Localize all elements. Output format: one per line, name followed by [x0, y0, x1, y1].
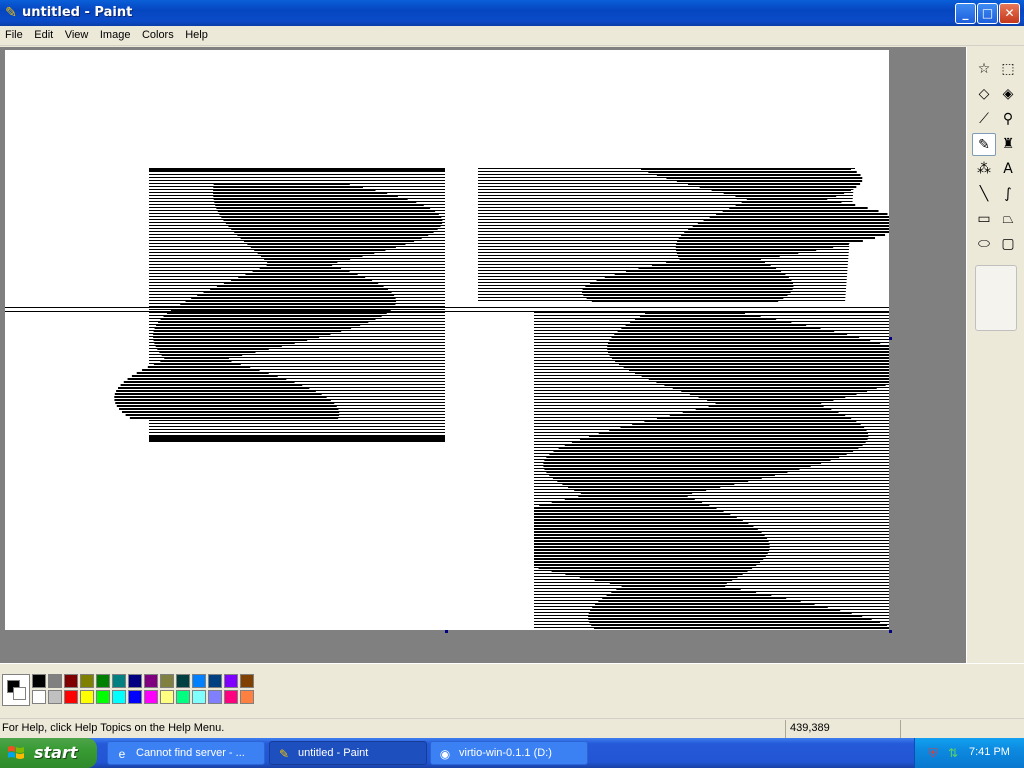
menu-help[interactable]: Help [180, 26, 211, 44]
maximize-button[interactable]: □ [977, 3, 998, 24]
tool-options-panel[interactable] [975, 265, 1017, 331]
palette-swatch[interactable] [32, 690, 46, 704]
menu-bar: File Edit View Image Colors Help [0, 26, 1024, 46]
status-help-text: For Help, click Help Topics on the Help … [2, 722, 225, 734]
palette-swatch[interactable] [112, 690, 126, 704]
windows-flag-icon [8, 746, 24, 759]
palette-swatch[interactable] [160, 674, 174, 688]
palette-swatch[interactable] [128, 674, 142, 688]
taskbar-item-cd-drive[interactable]: ◉ virtio-win-0.1.1 (D:) [430, 741, 588, 765]
status-bar: For Help, click Help Topics on the Help … [0, 718, 1024, 738]
pick-color-icon[interactable]: ⟋ [972, 108, 996, 131]
start-label: start [34, 743, 78, 762]
menu-image[interactable]: Image [95, 26, 134, 44]
palette-swatch[interactable] [224, 674, 238, 688]
taskbar: start e Cannot find server - ... ✎ untit… [0, 738, 1024, 768]
curve-icon[interactable]: ∫ [996, 183, 1020, 206]
minimize-button[interactable]: _ [955, 3, 976, 24]
palette-swatch[interactable] [128, 690, 142, 704]
palette-swatch[interactable] [208, 690, 222, 704]
palette-swatch[interactable] [240, 690, 254, 704]
browser-icon: e [118, 747, 126, 761]
paint-icon: ✎ [278, 747, 290, 761]
rounded-rectangle-icon[interactable]: ▢ [996, 233, 1020, 256]
palette-swatch[interactable] [208, 674, 222, 688]
taskbar-item-paint[interactable]: ✎ untitled - Paint [269, 741, 427, 765]
menu-view[interactable]: View [60, 26, 92, 44]
palette-swatch[interactable] [96, 690, 110, 704]
free-form-select-icon[interactable]: ☆ [972, 58, 996, 81]
palette-swatch[interactable] [64, 690, 78, 704]
palette-swatch[interactable] [80, 690, 94, 704]
canvas-resize-handle[interactable] [889, 630, 892, 633]
security-shield-icon[interactable]: ⛨ [925, 745, 941, 761]
menu-file[interactable]: File [0, 26, 26, 44]
pencil-icon[interactable]: ✎ [972, 133, 996, 156]
polygon-icon[interactable]: ⏢ [996, 208, 1020, 231]
taskbar-item-label: virtio-win-0.1.1 (D:) [459, 747, 552, 759]
menu-colors[interactable]: Colors [137, 26, 177, 44]
cd-drive-icon: ◉ [439, 747, 451, 761]
eraser-icon[interactable]: ◇ [972, 83, 996, 106]
taskbar-item-label: untitled - Paint [298, 747, 369, 759]
network-icon[interactable]: ⇅ [945, 745, 961, 761]
canvas-resize-handle-bottom[interactable] [445, 630, 448, 633]
palette-swatch[interactable] [192, 674, 206, 688]
ellipse-icon[interactable]: ⬭ [972, 233, 996, 256]
palette-swatch[interactable] [64, 674, 78, 688]
background-color [13, 687, 26, 700]
clock[interactable]: 7:41 PM [969, 746, 1010, 758]
canvas-resize-handle-right[interactable] [889, 337, 892, 340]
palette-swatch[interactable] [144, 690, 158, 704]
status-divider [785, 720, 786, 738]
palette-swatch[interactable] [176, 690, 190, 704]
status-divider [900, 720, 901, 738]
current-colors[interactable] [2, 674, 30, 706]
palette-swatch[interactable] [112, 674, 126, 688]
select-icon[interactable]: ⬚ [996, 58, 1020, 81]
palette-swatch[interactable] [192, 690, 206, 704]
brush-icon[interactable]: ♜ [996, 133, 1020, 156]
palette-swatch[interactable] [240, 674, 254, 688]
palette-swatch[interactable] [96, 674, 110, 688]
line-icon[interactable]: ╲ [972, 183, 996, 206]
palette-swatch[interactable] [48, 690, 62, 704]
airbrush-icon[interactable]: ⁂ [972, 158, 996, 181]
palette-swatch[interactable] [80, 674, 94, 688]
paint-app-icon[interactable]: ✎ [3, 4, 19, 22]
title-bar[interactable]: ✎ untitled - Paint _ □ ✕ [0, 0, 1024, 26]
window-title: untitled - Paint [22, 5, 133, 20]
system-tray: ⛨ ⇅ 7:41 PM [914, 738, 1024, 768]
drawing-canvas[interactable] [5, 50, 889, 630]
magnifier-icon[interactable]: ⚲ [996, 108, 1020, 131]
menu-edit[interactable]: Edit [29, 26, 56, 44]
workspace [0, 47, 966, 663]
rectangle-icon[interactable]: ▭ [972, 208, 996, 231]
cursor-coordinates: 439,389 [790, 722, 830, 734]
toolbox: ☆ ⬚ ◇ ◈ ⟋ ⚲ ✎ ♜ ⁂ A ╲ ∫ ▭ ⏢ ⬭ ▢ [966, 47, 1024, 663]
fill-with-color-icon[interactable]: ◈ [996, 83, 1020, 106]
palette-swatch[interactable] [48, 674, 62, 688]
color-palette [0, 663, 1024, 714]
start-button[interactable]: start [0, 738, 97, 768]
palette-swatch[interactable] [176, 674, 190, 688]
palette-swatch[interactable] [32, 674, 46, 688]
palette-swatch[interactable] [144, 674, 158, 688]
palette-swatch[interactable] [160, 690, 174, 704]
palette-swatch[interactable] [224, 690, 238, 704]
taskbar-item-label: Cannot find server - ... [136, 747, 245, 759]
taskbar-item-browser[interactable]: e Cannot find server - ... [107, 741, 265, 765]
text-icon[interactable]: A [996, 158, 1020, 181]
close-button[interactable]: ✕ [999, 3, 1020, 24]
canvas-drawing [5, 168, 889, 629]
